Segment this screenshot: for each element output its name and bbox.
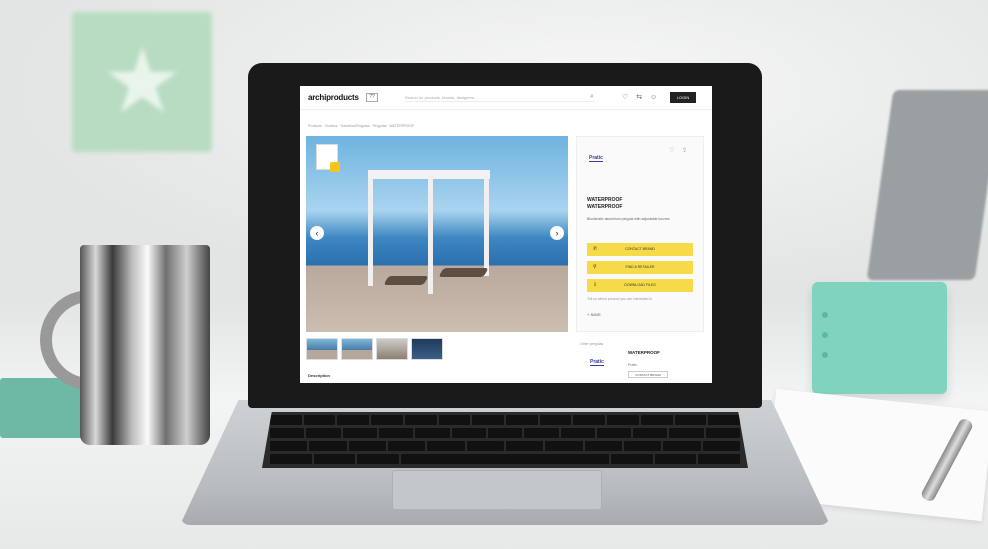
mug-body: [80, 245, 210, 445]
site-logo[interactable]: archiproducts: [308, 93, 359, 102]
section-label: Description: [308, 373, 331, 378]
logo-badge: ??: [366, 93, 378, 102]
pergola-post: [484, 176, 489, 276]
share-save-icons[interactable]: ♡ ⇪: [669, 147, 690, 154]
related-title[interactable]: WATERPROOF: [628, 350, 660, 356]
save-button[interactable]: + SAVE: [587, 312, 601, 317]
panel-note: Tell us which product you are interested…: [587, 297, 653, 301]
cta-label: FIND A RETAILER: [625, 265, 655, 269]
site-header: archiproducts ?? Search for products, br…: [300, 86, 712, 110]
product-title-line: WATERPROOF: [587, 204, 623, 210]
star-icon: ★: [102, 32, 183, 132]
thumbnail[interactable]: [306, 338, 338, 360]
cta-label: DOWNLOAD FILES: [624, 283, 656, 287]
product-title-line: WATERPROOF: [587, 197, 623, 203]
pergola-post: [428, 176, 433, 294]
badge-dot: [330, 162, 340, 172]
download-files-button[interactable]: ⇩ DOWNLOAD FILES: [587, 279, 693, 292]
green-star-box: ★: [72, 12, 212, 152]
pergola-post: [368, 176, 373, 286]
download-icon: ⇩: [593, 282, 598, 288]
laptop-keyboard: [262, 412, 748, 468]
sun-lounger: [438, 268, 489, 277]
mint-speaker: [812, 282, 947, 394]
brand-logo[interactable]: Pratic: [589, 155, 603, 162]
related-brand-logo[interactable]: Pratic: [590, 359, 604, 366]
search-input[interactable]: Search for products, brands, designers..…: [405, 95, 595, 102]
chrome-mug: [40, 245, 210, 445]
pin-icon: ⚲: [593, 264, 597, 270]
thumbnail[interactable]: [376, 338, 408, 360]
contact-brand-button[interactable]: ✆ CONTACT BRAND: [587, 243, 693, 256]
brand-thumbnail: [316, 144, 340, 172]
speaker-dot: [822, 332, 828, 338]
laptop-screen: archiproducts ?? Search for products, br…: [300, 86, 712, 383]
related-label: Other pergolas: [580, 342, 604, 346]
speaker-dot: [822, 352, 828, 358]
prev-arrow-icon[interactable]: ‹: [310, 226, 324, 240]
header-icons[interactable]: ♡ ⇆ ☺: [622, 93, 660, 101]
thumbnail[interactable]: [411, 338, 443, 360]
product-description: Bioclimatic aluminium pergola with adjus…: [587, 217, 670, 221]
find-retailer-button[interactable]: ⚲ FIND A RETAILER: [587, 261, 693, 274]
search-icon[interactable]: ⌕: [590, 93, 594, 101]
phone-icon: ✆: [593, 246, 598, 252]
product-title: WATERPROOF WATERPROOF: [587, 197, 622, 211]
thumbnail[interactable]: [341, 338, 373, 360]
product-panel: Pratic ♡ ⇪ WATERPROOF WATERPROOF Bioclim…: [576, 136, 704, 332]
next-arrow-icon[interactable]: ›: [550, 226, 564, 240]
login-button[interactable]: LOGIN: [670, 92, 696, 103]
speaker-dot: [822, 312, 828, 318]
related-contact-button[interactable]: CONTACT BRAND: [628, 371, 668, 378]
sun-lounger: [383, 276, 429, 285]
related-subtitle: Pratic: [628, 363, 637, 367]
product-hero-image[interactable]: ‹ ›: [306, 136, 568, 332]
breadcrumb[interactable]: Products · Outdoor · Gazebos/Pergolas · …: [308, 124, 414, 128]
trackpad: [392, 470, 602, 510]
thumbnail-strip: [306, 338, 443, 360]
cta-label: CONTACT BRAND: [625, 247, 655, 251]
